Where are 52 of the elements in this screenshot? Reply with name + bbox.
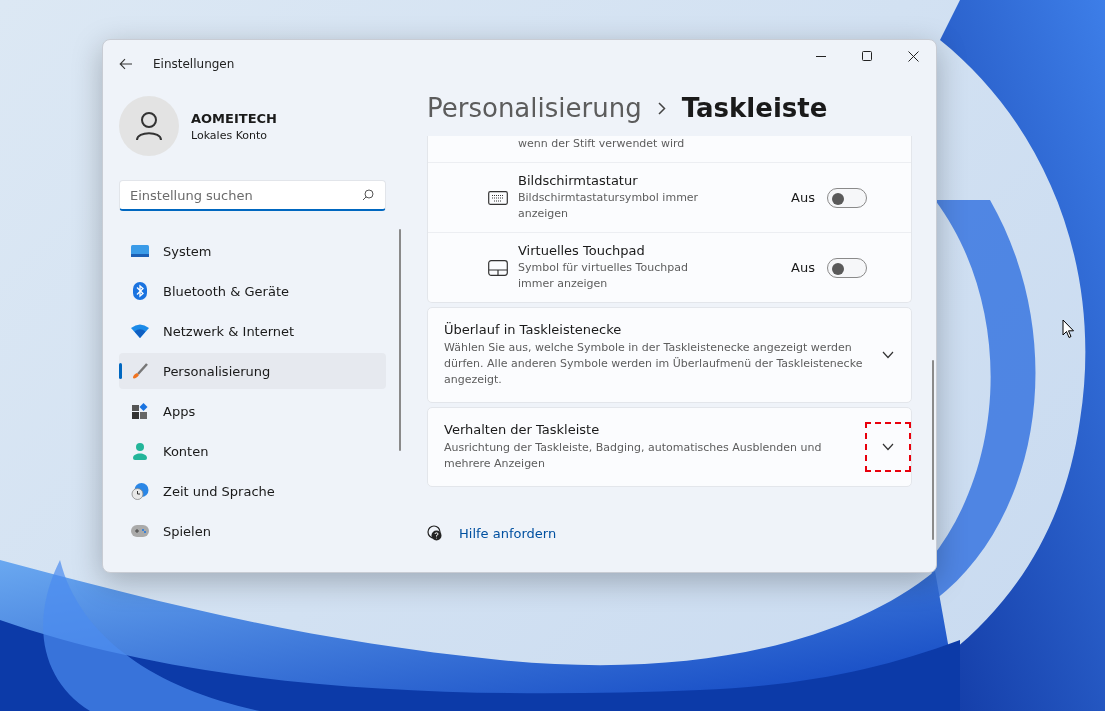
chevron-right-icon <box>657 101 666 115</box>
toggle-state-label: Aus <box>791 260 815 275</box>
breadcrumb-parent[interactable]: Personalisierung <box>427 93 642 123</box>
gamepad-icon <box>131 525 149 537</box>
setting-description: wenn der Stift verwendet wird <box>518 136 685 152</box>
account-type: Lokales Konto <box>191 128 269 142</box>
pointer-icon <box>1062 319 1075 339</box>
scrollbar[interactable] <box>932 360 934 540</box>
chevron-down-icon <box>882 443 894 451</box>
nav-item[interactable]: Apps <box>119 393 386 429</box>
section-title: Verhalten der Taskleiste <box>444 422 601 437</box>
search-field[interactable]: Einstellung suchen <box>119 180 386 211</box>
nav-item[interactable]: Zeit und Sprache <box>119 473 386 509</box>
search-icon <box>362 189 374 201</box>
bluetooth-icon <box>131 282 149 300</box>
section-description: Ausrichtung der Taskleiste, Badging, automatisches Ausblenden und mehrere Anzeigen <box>444 440 823 472</box>
person-icon <box>131 442 149 460</box>
nav-item[interactable]: Konten <box>119 433 386 469</box>
expander-card[interactable]: Überlauf in Taskleistenecke Wählen Sie aus, welche Symbole in der Taskleistenecke angezeigt werden dürfen. Alle anderen Symbole werden im Überlaufmenü der Taskleistenecke angezeigt. <box>427 307 912 403</box>
nav-item[interactable]: Netzwerk & Internet <box>119 313 386 349</box>
setting-description: Symbol für virtuelles Touchpad immer anzeigen <box>518 260 689 292</box>
toggle-switch[interactable] <box>827 187 867 208</box>
account-name: AOMEITECH <box>191 110 277 126</box>
setting-description: Bildschirmtastatursymbol immer anzeigen <box>518 190 700 222</box>
brush-icon <box>131 363 149 379</box>
help-link[interactable]: Hilfe anfordern <box>459 526 557 541</box>
maximize-icon <box>861 50 873 62</box>
nav-item[interactable]: Bluetooth & Geräte <box>119 273 386 309</box>
toggle-state-label: Aus <box>791 190 815 205</box>
expander-card[interactable]: Verhalten der Taskleiste Ausrichtung der Taskleiste, Badging, automatisches Ausblenden und mehrere Anzeigen <box>427 407 912 487</box>
keyboard-icon <box>488 190 508 205</box>
apps-icon <box>131 403 149 419</box>
setting-title: Virtuelles Touchpad <box>518 243 646 258</box>
help-icon <box>427 525 443 542</box>
globe-clock-icon <box>131 482 149 500</box>
nav-item[interactable]: System <box>119 233 386 269</box>
expand-button[interactable] <box>865 422 911 472</box>
chevron-down-icon <box>882 351 894 359</box>
scrollbar[interactable] <box>399 229 401 451</box>
wifi-icon <box>131 324 149 338</box>
nav-item[interactable]: Spielen <box>119 513 386 549</box>
section-description: Wählen Sie aus, welche Symbole in der Taskleistenecke angezeigt werden dürfen. Alle anderen Symbole werden im Überlaufmenü der Taskleistenecke angezeigt. <box>444 340 863 388</box>
section-title: Überlauf in Taskleistenecke <box>444 322 623 337</box>
back-arrow-icon <box>119 58 133 70</box>
toggle-switch[interactable] <box>827 257 867 278</box>
window-title: Einstellungen <box>153 57 235 71</box>
touchpad-icon <box>488 259 508 276</box>
nav-item[interactable]: Personalisierung <box>119 353 386 389</box>
close-icon <box>907 50 919 62</box>
monitor-icon <box>131 244 149 258</box>
setting-title: Bildschirmtastatur <box>518 173 639 188</box>
page-title: Taskleiste <box>681 93 828 123</box>
